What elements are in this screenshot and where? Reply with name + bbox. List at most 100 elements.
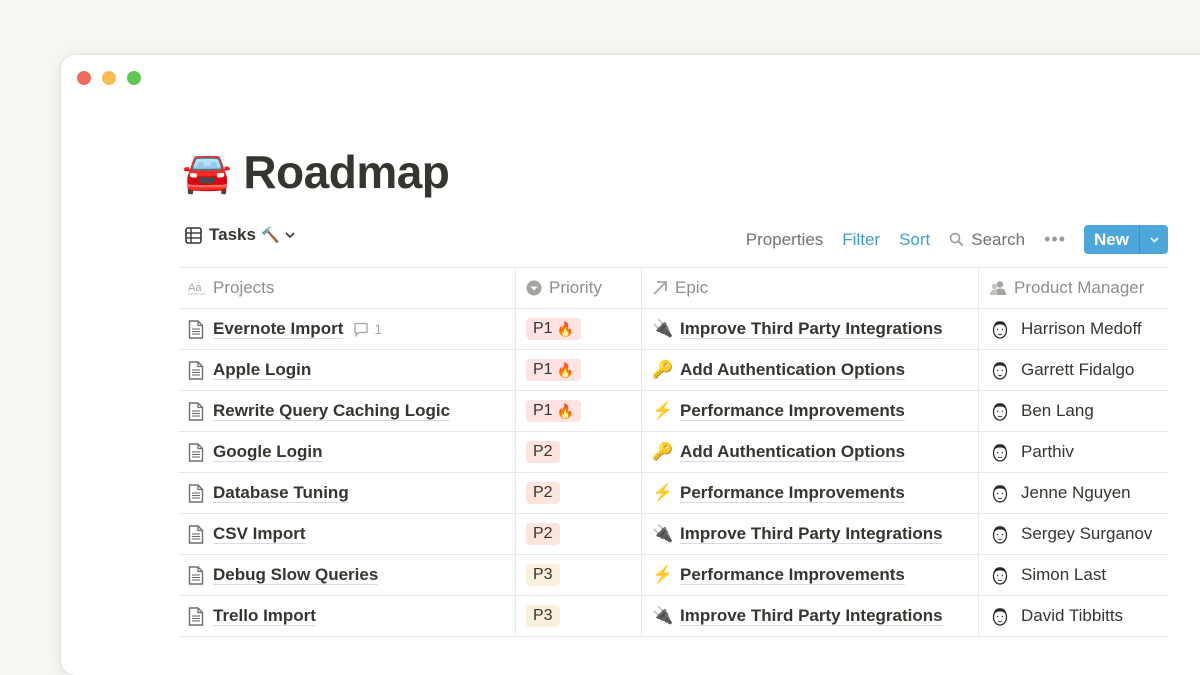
project-title-link[interactable]: Apple Login [213, 360, 312, 380]
avatar [989, 318, 1011, 340]
product-manager-cell[interactable]: Harrison Medoff [978, 308, 1169, 350]
priority-cell[interactable]: P2 [515, 513, 642, 555]
epic-cell[interactable]: 🔌 Improve Third Party Integrations [641, 595, 979, 637]
product-manager-cell[interactable]: Jenne Nguyen [978, 472, 1169, 514]
zoom-window-button[interactable] [127, 71, 141, 85]
epic-link[interactable]: Performance Improvements [680, 401, 905, 421]
view-selector[interactable]: Tasks 🔨 [185, 225, 303, 245]
column-label: Priority [549, 278, 602, 297]
comment-count[interactable]: 1 [353, 321, 382, 337]
product-manager-cell[interactable]: Sergey Surganov [978, 513, 1169, 555]
epic-cell[interactable]: ⚡ Performance Improvements [641, 472, 979, 514]
hammer-icon: 🔨 [260, 227, 280, 244]
column-header-product-manager[interactable]: Product Manager [978, 267, 1169, 309]
epic-link[interactable]: Add Authentication Options [680, 360, 906, 380]
sort-button[interactable]: Sort [899, 230, 930, 250]
properties-button[interactable]: Properties [746, 230, 823, 250]
epic-link[interactable]: Improve Third Party Integrations [680, 606, 943, 626]
new-button[interactable]: New [1084, 225, 1139, 254]
epic-cell[interactable]: ⚡ Performance Improvements [641, 390, 979, 432]
epic-link[interactable]: Add Authentication Options [680, 442, 906, 462]
epic-cell[interactable]: 🔌 Improve Third Party Integrations [641, 513, 979, 555]
table-row[interactable]: Rewrite Query Caching Logic P1 🔥 ⚡ Perfor… [178, 390, 1169, 432]
table-header-row: Aa Projects Priority Epic Product Manage… [178, 267, 1169, 309]
priority-cell[interactable]: P2 [515, 472, 642, 514]
priority-text: P3 [533, 566, 553, 583]
toolbar-actions: Properties Filter Sort Search ••• New [727, 225, 1168, 254]
search-label: Search [971, 229, 1026, 249]
page-emoji-icon[interactable]: 🚘 [182, 149, 232, 196]
filter-button[interactable]: Filter [842, 230, 880, 250]
page-document-icon [188, 606, 204, 626]
priority-cell[interactable]: P1 🔥 [515, 349, 642, 391]
table-row[interactable]: Evernote Import 1 P1 🔥 🔌 Improve Third Pa… [178, 308, 1169, 350]
search-button[interactable]: Search [949, 230, 1025, 250]
table-row[interactable]: Database Tuning P2 ⚡ Performance Improve… [178, 472, 1169, 514]
table-row[interactable]: Google Login P2 🔑 Add Authentication Opt… [178, 431, 1169, 473]
more-options-button[interactable]: ••• [1044, 229, 1066, 250]
epic-link[interactable]: Performance Improvements [680, 565, 905, 585]
project-title-link[interactable]: Google Login [213, 442, 323, 462]
table-row[interactable]: Debug Slow Queries P3 ⚡ Performance Impr… [178, 554, 1169, 596]
project-cell[interactable]: Google Login [178, 431, 516, 473]
new-button-group: New [1084, 225, 1168, 254]
priority-cell[interactable]: P1 🔥 [515, 308, 642, 350]
project-cell[interactable]: Debug Slow Queries [178, 554, 516, 596]
person-property-icon [989, 280, 1007, 296]
chevron-down-icon [285, 232, 295, 239]
epic-cell[interactable]: 🔑 Add Authentication Options [641, 349, 979, 391]
epic-link[interactable]: Improve Third Party Integrations [680, 319, 943, 339]
product-manager-name: Garrett Fidalgo [1021, 360, 1135, 379]
column-label: Epic [675, 278, 709, 297]
epic-cell[interactable]: 🔌 Improve Third Party Integrations [641, 308, 979, 350]
minimize-window-button[interactable] [102, 71, 116, 85]
project-title-link[interactable]: CSV Import [213, 524, 306, 544]
column-header-projects[interactable]: Aa Projects [178, 267, 516, 309]
project-title-link[interactable]: Debug Slow Queries [213, 565, 379, 585]
priority-tag: P3 [526, 605, 560, 627]
project-title-link[interactable]: Rewrite Query Caching Logic [213, 401, 451, 421]
product-manager-cell[interactable]: David Tibbitts [978, 595, 1169, 637]
priority-cell[interactable]: P2 [515, 431, 642, 473]
project-cell[interactable]: Rewrite Query Caching Logic [178, 390, 516, 432]
epic-link[interactable]: Performance Improvements [680, 483, 905, 503]
epic-emoji-icon: ⚡ [652, 483, 674, 502]
project-title-link[interactable]: Database Tuning [213, 483, 349, 503]
epic-link[interactable]: Improve Third Party Integrations [680, 524, 943, 544]
table-row[interactable]: CSV Import P2 🔌 Improve Third Party Inte… [178, 513, 1169, 555]
product-manager-cell[interactable]: Garrett Fidalgo [978, 349, 1169, 391]
product-manager-cell[interactable]: Ben Lang [978, 390, 1169, 432]
fire-icon: 🔥 [556, 320, 575, 337]
epic-emoji-icon: ⚡ [652, 565, 674, 584]
close-window-button[interactable] [77, 71, 91, 85]
table-icon [185, 226, 202, 244]
page-title-text[interactable]: Roadmap [243, 145, 450, 199]
page-title[interactable]: 🚘 Roadmap [182, 145, 450, 199]
project-cell[interactable]: CSV Import [178, 513, 516, 555]
tasks-table: Aa Projects Priority Epic Product Manage… [178, 267, 1169, 637]
priority-cell[interactable]: P3 [515, 595, 642, 637]
column-header-priority[interactable]: Priority [515, 267, 642, 309]
project-cell[interactable]: Trello Import [178, 595, 516, 637]
new-dropdown-button[interactable] [1139, 225, 1168, 254]
project-cell[interactable]: Database Tuning [178, 472, 516, 514]
avatar [989, 523, 1011, 545]
project-cell[interactable]: Apple Login [178, 349, 516, 391]
epic-cell[interactable]: ⚡ Performance Improvements [641, 554, 979, 596]
priority-cell[interactable]: P3 [515, 554, 642, 596]
project-title-link[interactable]: Evernote Import [213, 319, 344, 339]
project-cell[interactable]: Evernote Import 1 [178, 308, 516, 350]
product-manager-cell[interactable]: Parthiv [978, 431, 1169, 473]
priority-cell[interactable]: P1 🔥 [515, 390, 642, 432]
page-document-icon [188, 319, 204, 339]
product-manager-cell[interactable]: Simon Last [978, 554, 1169, 596]
project-title-link[interactable]: Trello Import [213, 606, 316, 626]
page-document-icon [188, 524, 204, 544]
column-header-epic[interactable]: Epic [641, 267, 979, 309]
product-manager-name: Simon Last [1021, 565, 1107, 584]
epic-cell[interactable]: 🔑 Add Authentication Options [641, 431, 979, 473]
table-row[interactable]: Apple Login P1 🔥 🔑 Add Authentication Opt… [178, 349, 1169, 391]
table-row[interactable]: Trello Import P3 🔌 Improve Third Party I… [178, 595, 1169, 637]
product-manager-name: David Tibbitts [1021, 606, 1124, 625]
database-toolbar: Tasks 🔨 Properties Filter Sort Search ••… [178, 225, 1168, 255]
